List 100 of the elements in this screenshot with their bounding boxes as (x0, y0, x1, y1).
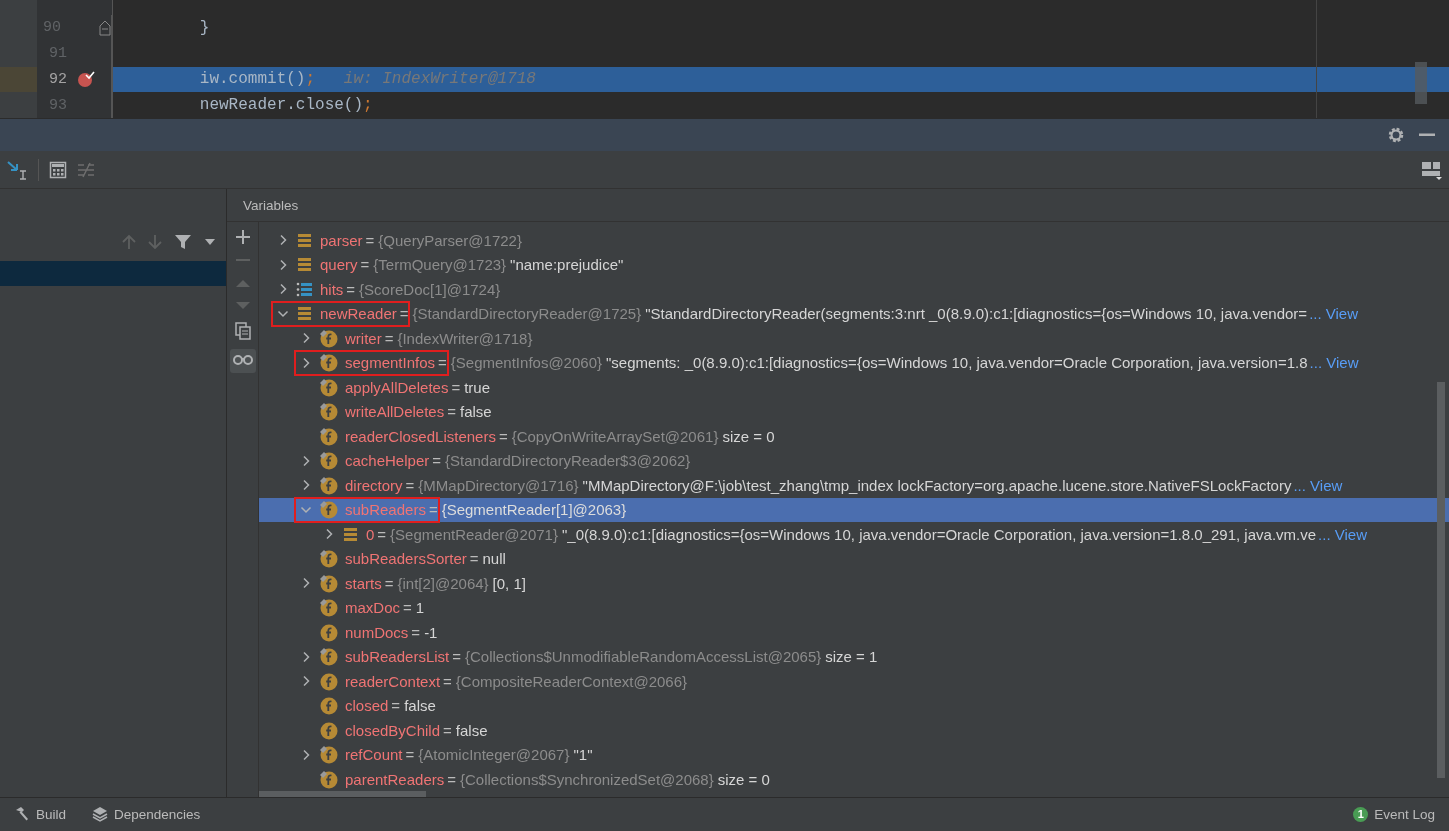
variable-value: size = 0 (717, 770, 770, 788)
glasses-toggle[interactable] (229, 349, 256, 373)
breakpoint-icon[interactable] (77, 70, 95, 89)
variable-name: starts (345, 574, 382, 592)
variable-row[interactable]: refCount = {AtomicInteger@2067} "1" (259, 742, 1449, 767)
equals-sign: = (447, 403, 456, 421)
equals-sign: = (443, 721, 452, 739)
calculator-icon[interactable] (49, 160, 67, 179)
variable-type: {Collections$UnmodifiableRandomAccessList@2065} (465, 648, 822, 666)
variable-name: closedByChild (345, 721, 441, 739)
variable-row[interactable]: starts = {int[2]@2064} [0, 1] (259, 571, 1449, 596)
variable-row[interactable]: query = {TermQuery@1723} "name:prejudice" (259, 252, 1449, 277)
variable-row[interactable]: parser = {QueryParser@1722} (259, 228, 1449, 253)
variable-type: {StandardDirectoryReader$3@2062} (445, 452, 691, 470)
add-icon[interactable] (235, 230, 250, 244)
variable-row[interactable]: applyAllDeletes = true (259, 375, 1449, 400)
minimize-icon[interactable] (1419, 133, 1435, 137)
variable-value: null (482, 550, 506, 568)
scrollbar-thumb[interactable] (1437, 382, 1445, 778)
variable-name: numDocs (345, 623, 409, 641)
code-line: iw.commit(); iw: IndexWriter@1718 (198, 70, 536, 89)
variable-type: {AtomicInteger@2067} (418, 746, 570, 764)
variable-name: subReadersSorter (345, 550, 467, 568)
scrollbar-thumb[interactable] (259, 791, 426, 797)
variable-value: size = 0 (722, 427, 775, 445)
variable-value: size = 1 (825, 648, 878, 666)
variable-row[interactable]: directory = {MMapDirectory@1716} "MMapDirectory@F:\job\test_zhang\tmp_index lockFactory=org.apache.lucene.store.NativeFSLockFactory... View (259, 473, 1449, 498)
variable-row[interactable]: subReadersSorter = null (259, 546, 1449, 571)
view-link[interactable]: ... View (1293, 476, 1343, 494)
variable-name: applyAllDeletes (345, 378, 449, 396)
variable-value: false (404, 697, 436, 715)
variable-row[interactable]: subReaders = {SegmentReader[1]@2063} (259, 497, 1449, 522)
equals-sign: = (451, 378, 461, 396)
equals-sign: = (447, 770, 456, 788)
object-icon (342, 525, 359, 543)
variable-value: "_0(8.9.0):c1:[diagnostics={os=Windows 10, java.vendor=Oracle Corporation, java.version=1.8.0_291, java.vm.ve (561, 525, 1317, 543)
variable-value: 1 (415, 599, 425, 617)
hammer-icon (14, 806, 30, 822)
equals-sign: = (399, 305, 409, 323)
variable-value: -1 (424, 623, 438, 641)
variable-name: 0 (366, 525, 375, 543)
variable-name: cacheHelper (345, 452, 430, 470)
variable-row[interactable]: maxDoc = 1 (259, 595, 1449, 620)
variable-row[interactable]: writer = {IndexWriter@1718} (259, 326, 1449, 351)
variable-name: writeAllDeletes (345, 403, 445, 421)
copy-icon[interactable] (234, 322, 251, 340)
code-line: } (198, 18, 210, 37)
variable-row[interactable]: closed = false (259, 693, 1449, 718)
scrollbar-thumb[interactable] (1415, 62, 1427, 104)
variable-type: {CopyOnWriteArraySet@2061} (511, 427, 719, 445)
variable-name: directory (345, 476, 403, 494)
variable-type: {int[2]@2064} (397, 574, 489, 592)
variable-row[interactable]: closedByChild = false (259, 718, 1449, 743)
equals-sign: = (403, 599, 412, 617)
variable-row[interactable]: numDocs = -1 (259, 620, 1449, 645)
variable-type: {QueryParser@1722} (378, 231, 522, 249)
dropdown-icon[interactable] (204, 238, 216, 246)
variable-type: {CompositeReaderContext@2066} (455, 672, 688, 690)
variable-row[interactable]: segmentInfos = {SegmentInfos@2060} "segments: _0(8.9.0):c1:[diagnostics={os=Windows 10, java.vendor=Oracle Corporation, java.version=1.8... View (259, 350, 1449, 375)
equals-sign: = (377, 525, 387, 543)
tool-window-tab[interactable]: Dependencies (90, 804, 203, 824)
equals-sign: = (384, 329, 394, 347)
layers-icon (92, 806, 109, 822)
variable-value: false (459, 403, 492, 421)
equals-sign: = (365, 231, 375, 249)
tool-window-tab[interactable]: Build (12, 804, 69, 824)
variable-type: {SegmentReader[1]@2063} (441, 501, 627, 519)
variable-name: readerContext (345, 672, 441, 690)
equals-sign: = (432, 452, 441, 470)
variable-type: {SegmentReader@2071} (390, 525, 558, 543)
fold-icon[interactable] (99, 19, 111, 36)
event-log-button[interactable]: 1 Event Log (1351, 804, 1437, 824)
variable-type: {Collections$SynchronizedSet@2068} (460, 770, 714, 788)
layout-icon[interactable] (1421, 159, 1443, 180)
view-link[interactable]: ... View (1309, 305, 1359, 323)
view-link[interactable]: ... View (1318, 525, 1367, 543)
equals-sign: = (428, 501, 438, 519)
variable-row[interactable]: cacheHelper = {StandardDirectoryReader$3@2062} (259, 448, 1449, 473)
variable-row[interactable]: writeAllDeletes = false (259, 399, 1449, 424)
step-into-icon[interactable] (6, 158, 28, 181)
variable-row[interactable]: readerContext = {CompositeReaderContext@2066} (259, 669, 1449, 694)
variable-row[interactable]: parentReaders = {Collections$SynchronizedSet@2068} size = 0 (259, 767, 1449, 792)
object-icon (296, 231, 313, 249)
settings-icon[interactable] (1387, 126, 1405, 144)
equals-sign: = (469, 550, 479, 568)
view-link[interactable]: ... View (1309, 354, 1359, 372)
panel-title: Variables (243, 197, 299, 213)
variable-row[interactable]: readerClosedListeners = {CopyOnWriteArraySet@2061} size = 0 (259, 424, 1449, 449)
equals-sign: = (360, 256, 370, 274)
variable-row[interactable]: 0 = {SegmentReader@2071} "_0(8.9.0):c1:[diagnostics={os=Windows 10, java.vendor=Oracle Corporation, java.version=1.8.0_291, java.vm.ve... View (259, 522, 1449, 547)
object-icon (296, 256, 313, 274)
variable-name: parentReaders (345, 770, 445, 788)
variable-type: {MMapDirectory@1716} (418, 476, 579, 494)
variable-row[interactable]: hits = {ScoreDoc[1]@1724} (259, 277, 1449, 302)
variable-value: "segments: _0(8.9.0):c1:[diagnostics={os=Windows 10, java.vendor=Oracle Corporation, java.version=1.8 (606, 354, 1308, 372)
variable-row[interactable]: subReadersList = {Collections$UnmodifiableRandomAccessList@2065} size = 1 (259, 644, 1449, 669)
variable-row[interactable]: newReader = {StandardDirectoryReader@1725} "StandardDirectoryReader(segments:3:nrt _0(8.9.0):c1:[diagnostics={os=Windows 10, java.vendor=... View (259, 301, 1449, 326)
filter-icon[interactable] (174, 234, 192, 250)
variable-name: maxDoc (345, 599, 400, 617)
variable-name: closed (345, 697, 389, 715)
